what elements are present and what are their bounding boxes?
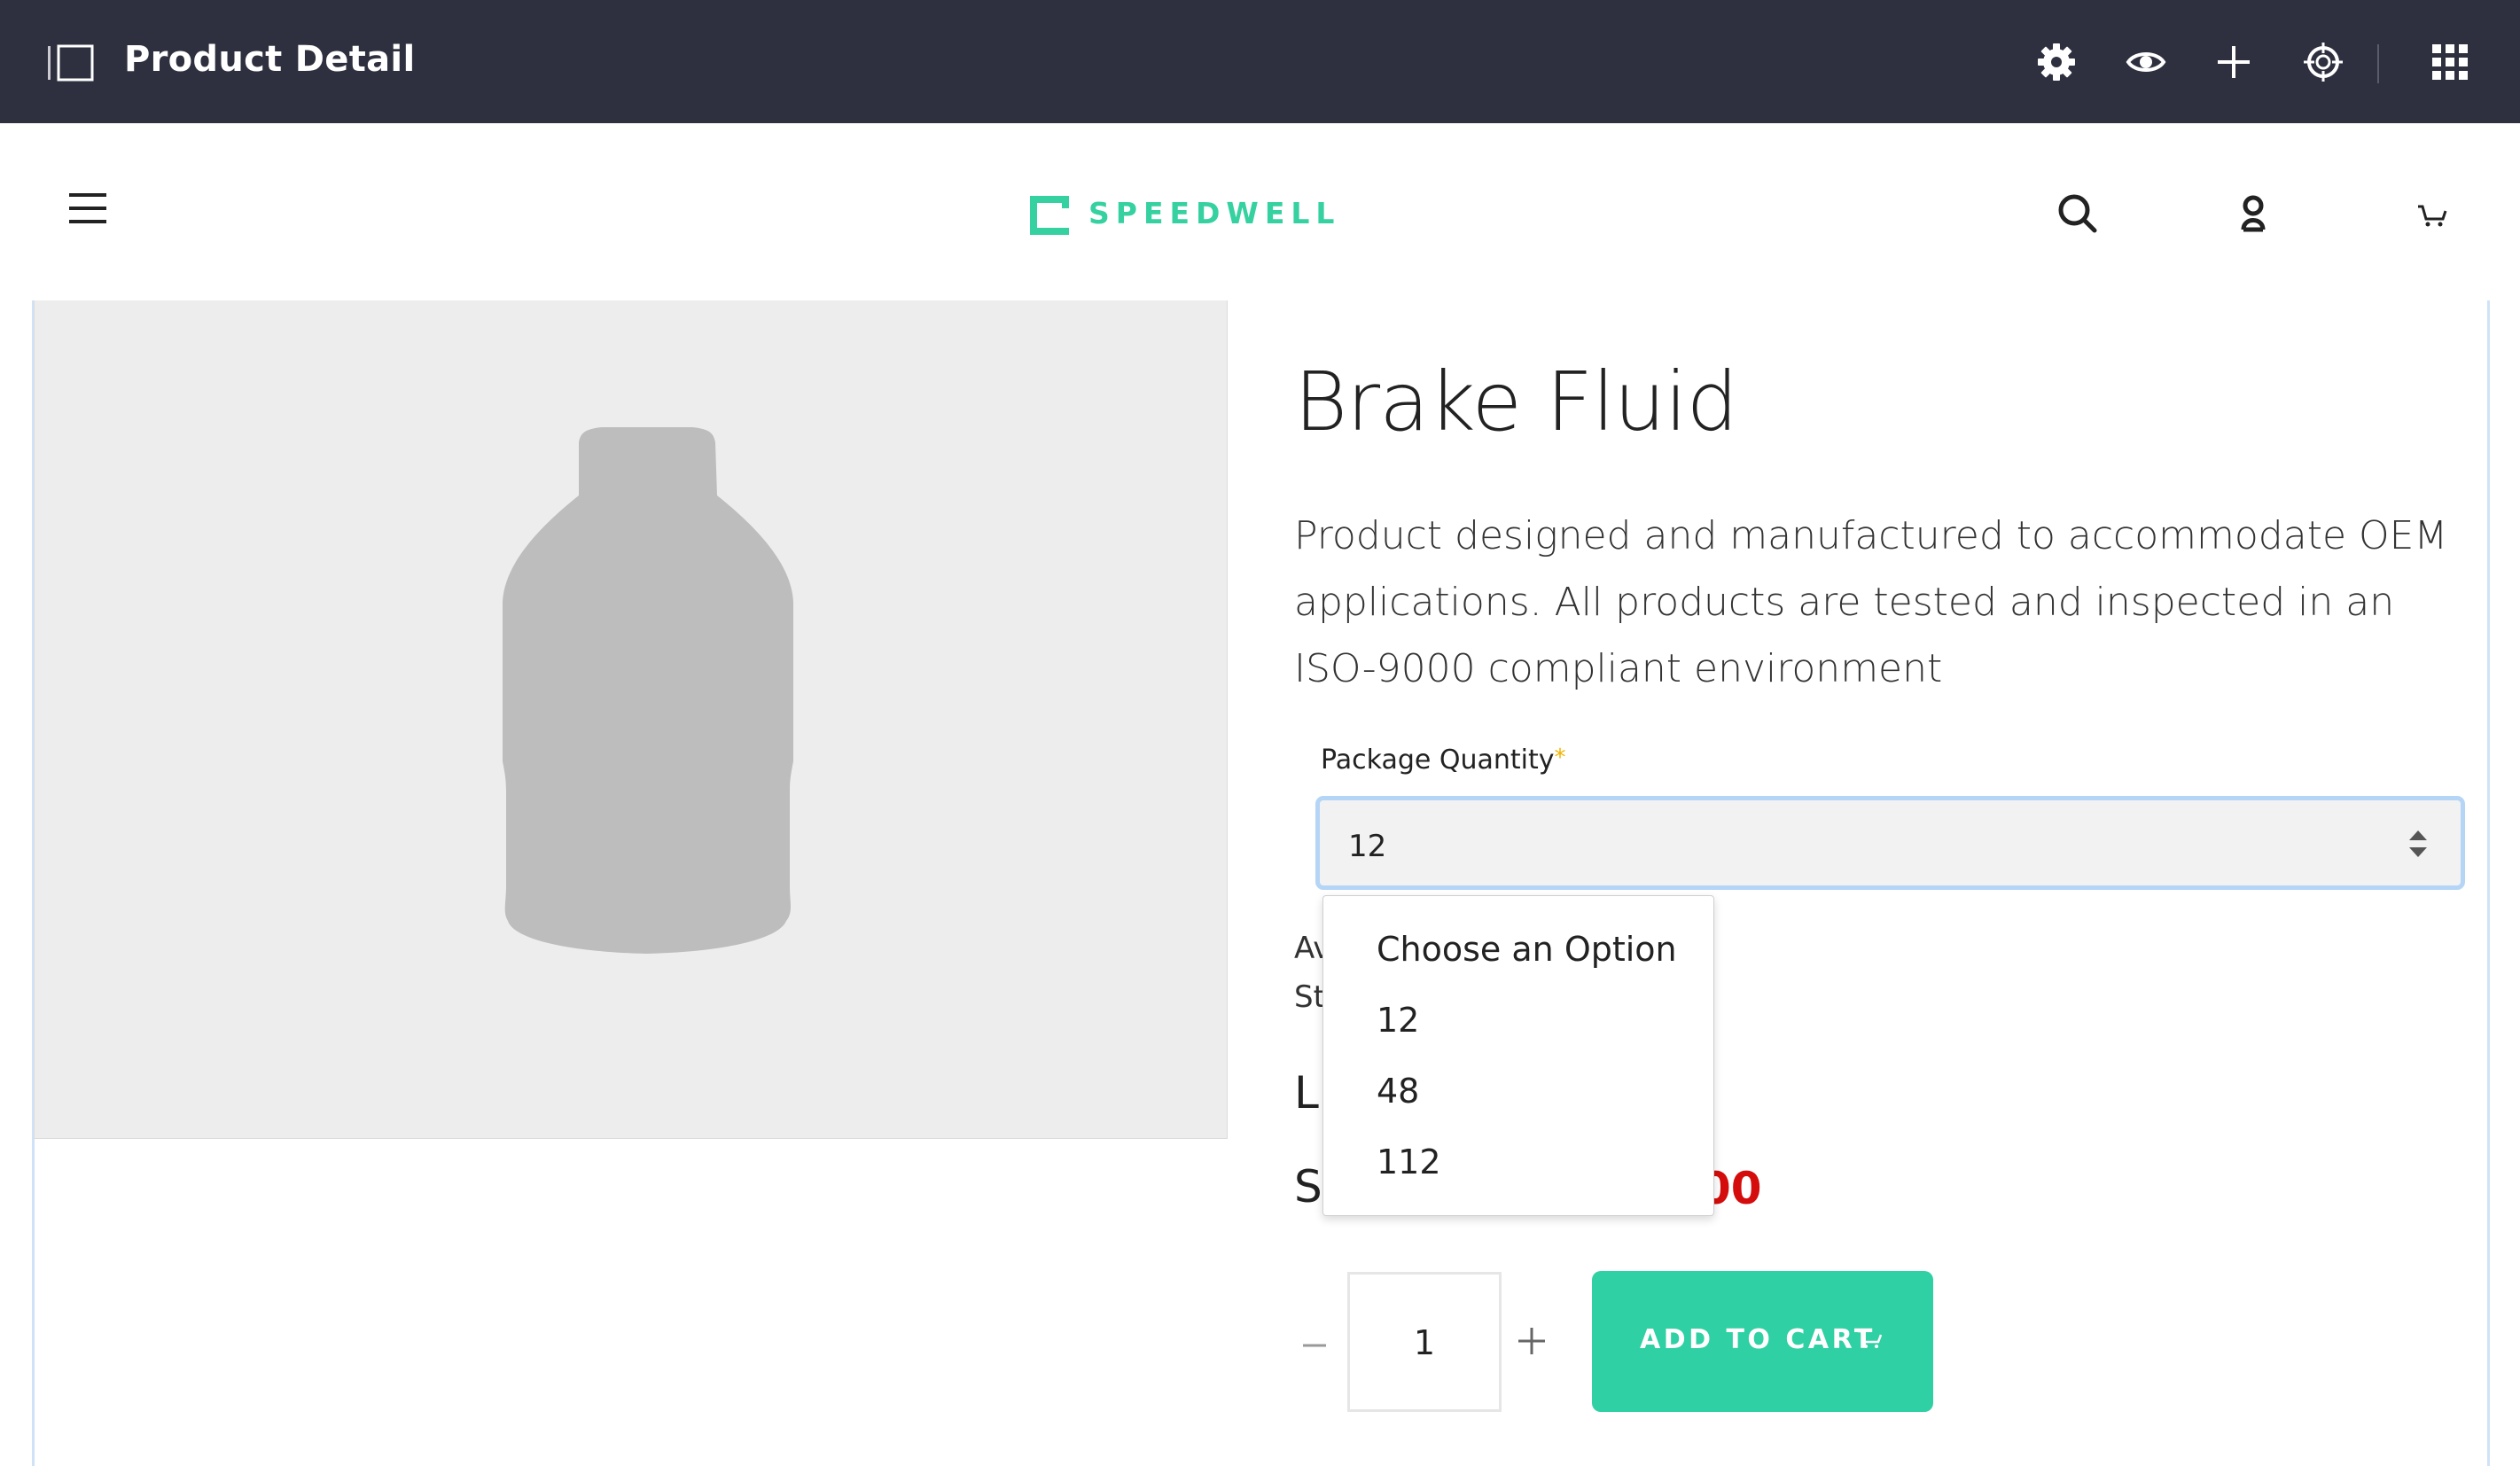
quantity-value: 1	[1413, 1323, 1436, 1362]
user-icon[interactable]	[2232, 192, 2274, 235]
add-to-cart-label: ADD TO CART	[1640, 1324, 1876, 1355]
quantity-input[interactable]: 1	[1347, 1272, 1502, 1412]
hamburger-menu-icon[interactable]	[67, 191, 108, 226]
eye-icon[interactable]	[2125, 41, 2167, 83]
add-to-cart-button[interactable]: ADD TO CART	[1592, 1271, 1933, 1412]
package-quantity-select[interactable]: 12	[1315, 796, 2465, 890]
cart-icon	[1858, 1330, 1883, 1348]
speedwell-logo[interactable]: SPEEDWELL	[1025, 191, 1334, 240]
page-title: Product Detail	[124, 39, 416, 80]
option-choose[interactable]: Choose an Option	[1377, 930, 1677, 969]
target-icon[interactable]	[2302, 41, 2344, 83]
product-description: Product designed and manufactured to acc…	[1294, 513, 2448, 691]
package-quantity-options: Choose an Option 12 48 112	[1322, 895, 1714, 1216]
package-quantity-label: Package Quantity*	[1321, 745, 1566, 776]
panel-toggle-icon[interactable]	[48, 44, 94, 82]
logo-mark-icon	[1030, 196, 1069, 235]
stock-fragment: St	[1294, 979, 1325, 1015]
minus-icon	[1303, 1344, 1326, 1347]
bottle-placeholder-icon	[503, 427, 793, 954]
brand-name: SPEEDWELL	[1088, 196, 1341, 230]
option-112[interactable]: 112	[1377, 1142, 1441, 1181]
package-quantity-selected: 12	[1348, 829, 1387, 864]
admin-topbar: Product Detail	[0, 0, 2520, 123]
gear-icon[interactable]	[2035, 41, 2078, 83]
product-title: Brake Fluid	[1294, 355, 1738, 449]
quantity-decrement-button[interactable]	[1299, 1319, 1331, 1351]
plus-icon[interactable]	[2212, 41, 2255, 83]
plus-icon	[1518, 1328, 1545, 1354]
select-arrows-icon	[2409, 830, 2427, 857]
topbar-divider	[2377, 44, 2379, 83]
option-12[interactable]: 12	[1377, 1001, 1419, 1040]
search-icon[interactable]	[2056, 192, 2099, 235]
option-48[interactable]: 48	[1377, 1072, 1419, 1111]
package-quantity-label-text: Package Quantity	[1321, 745, 1555, 776]
required-marker: *	[1554, 745, 1566, 771]
cart-icon[interactable]	[2411, 192, 2454, 235]
site-header: SPEEDWELL	[0, 123, 2520, 300]
product-image[interactable]	[34, 300, 1228, 1139]
quantity-increment-button[interactable]	[1517, 1326, 1547, 1356]
apps-grid-icon[interactable]	[2429, 41, 2471, 83]
